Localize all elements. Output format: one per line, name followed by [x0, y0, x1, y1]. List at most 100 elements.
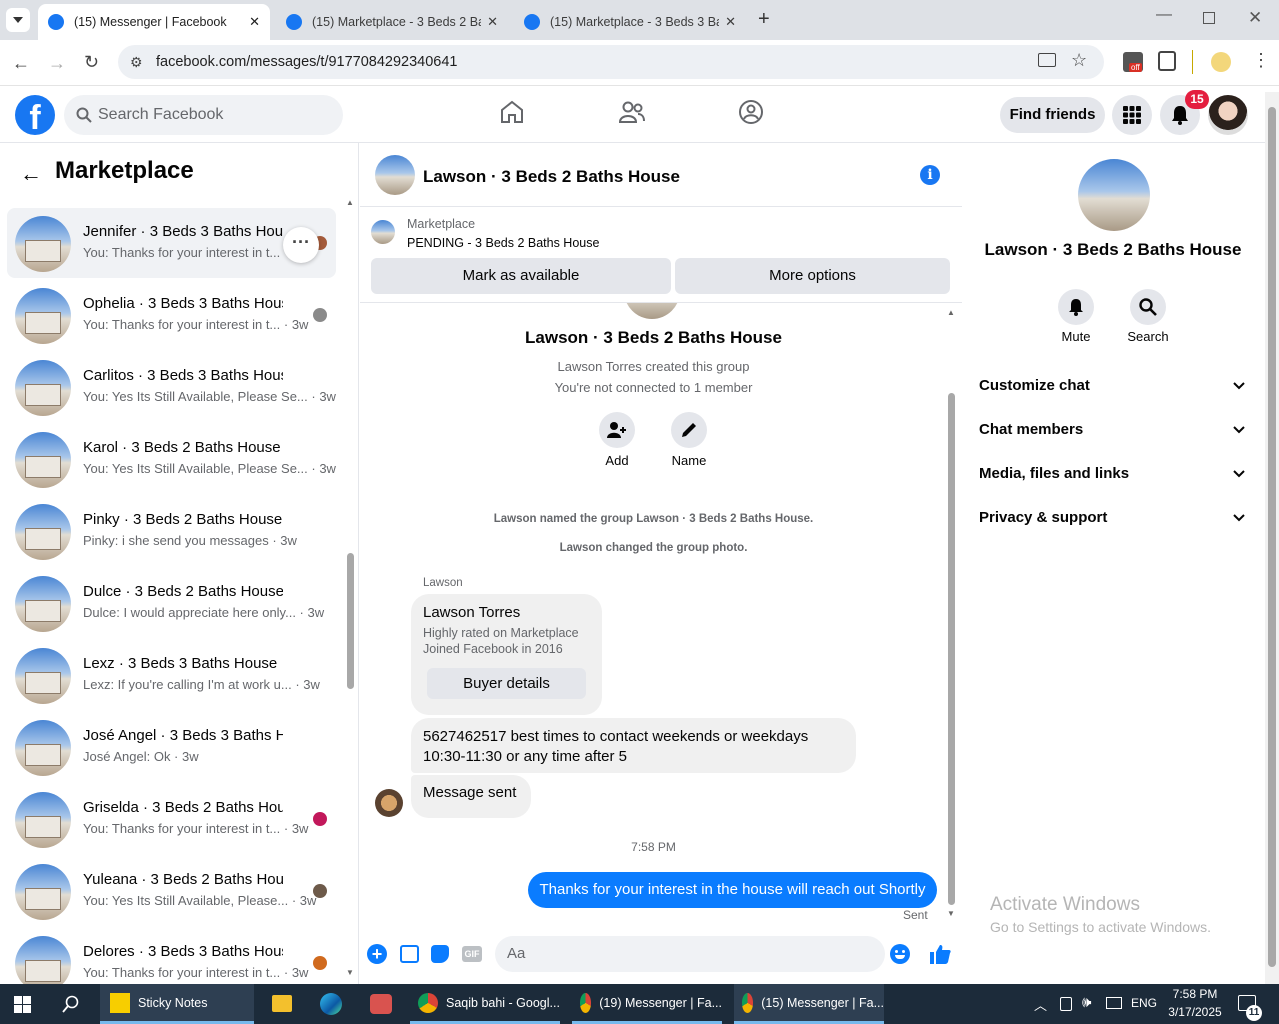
- sticker-icon[interactable]: [431, 945, 449, 963]
- minimize-icon[interactable]: —: [1156, 6, 1172, 24]
- my-message-bubble[interactable]: Thanks for your interest in the house wi…: [528, 872, 937, 908]
- section-chat-members[interactable]: Chat members: [979, 421, 1083, 438]
- conversation-item[interactable]: Lexz · 3 Beds 3 Baths House Lexz: If you'…: [7, 640, 336, 710]
- conversation-item[interactable]: Ophelia · 3 Beds 3 Baths House You: Thank…: [7, 280, 336, 350]
- chevron-down-icon[interactable]: [1233, 426, 1245, 434]
- info-icon[interactable]: i: [920, 165, 940, 185]
- plus-icon[interactable]: +: [367, 944, 387, 964]
- tab-marketplace-1[interactable]: (15) Marketplace - 3 Beds 2 Bat ✕: [276, 4, 508, 40]
- search-chat-button[interactable]: [1130, 289, 1166, 325]
- menu-dots-icon[interactable]: ⋮: [1252, 50, 1270, 71]
- scroll-down-arrow-icon[interactable]: ▼: [346, 968, 354, 977]
- menu-button[interactable]: [1112, 95, 1152, 135]
- home-icon[interactable]: [499, 99, 525, 125]
- conversation-item[interactable]: Karol · 3 Beds 2 Baths House You: Yes Its…: [7, 424, 336, 494]
- like-icon[interactable]: [929, 943, 951, 965]
- url-box[interactable]: ⚙ facebook.com/messages/t/91770842923406…: [118, 45, 1104, 79]
- scroll-down-arrow-icon[interactable]: ▼: [947, 909, 955, 918]
- conversation-name: Ophelia · 3 Beds 3 Baths House: [83, 295, 283, 312]
- conversation-item[interactable]: Delores · 3 Beds 3 Baths House You: Thank…: [7, 928, 336, 984]
- bookmark-star-icon[interactable]: ☆: [1071, 50, 1087, 71]
- find-friends-button[interactable]: Find friends: [1000, 97, 1105, 133]
- input-placeholder: Aa: [507, 945, 526, 962]
- edge-icon[interactable]: [320, 993, 342, 1015]
- extensions-puzzle-icon[interactable]: [1158, 51, 1176, 71]
- section-privacy-support[interactable]: Privacy & support: [979, 509, 1107, 526]
- taskbar-chrome-messenger-19[interactable]: (19) Messenger | Fa...: [572, 984, 722, 1024]
- windows-start-icon[interactable]: [14, 996, 31, 1013]
- message-bubble[interactable]: 5627462517 best times to contact weekend…: [411, 718, 856, 773]
- scroll-up-arrow-icon[interactable]: ▲: [947, 308, 955, 317]
- taskbar-sticky-notes[interactable]: Sticky Notes: [100, 984, 254, 1024]
- page-scrollbar[interactable]: [1265, 92, 1279, 984]
- conversation-item[interactable]: Yuleana · 3 Beds 2 Baths House You: Yes I…: [7, 856, 336, 926]
- language-indicator[interactable]: ENG: [1131, 996, 1157, 1010]
- chat-scrollbar[interactable]: [948, 393, 955, 905]
- account-avatar[interactable]: [1208, 95, 1248, 135]
- clock-date[interactable]: 3/17/2025: [1160, 1005, 1230, 1019]
- groups-icon[interactable]: [738, 99, 764, 125]
- profile-icon[interactable]: [1211, 52, 1231, 72]
- conversation-item[interactable]: Dulce · 3 Beds 2 Baths House Dulce: I wou…: [7, 568, 336, 638]
- url-text[interactable]: facebook.com/messages/t/9177084292340641: [156, 54, 458, 70]
- tab-marketplace-2[interactable]: (15) Marketplace - 3 Beds 3 Bat ✕: [514, 4, 746, 40]
- gif-icon[interactable]: GIF: [462, 946, 482, 962]
- friends-icon[interactable]: [619, 99, 645, 125]
- facebook-logo[interactable]: f: [15, 95, 55, 137]
- conversation-item[interactable]: Griselda · 3 Beds 2 Baths House You: Than…: [7, 784, 336, 854]
- section-media-files-links[interactable]: Media, files and links: [979, 465, 1129, 482]
- taskbar-chrome-saqib[interactable]: Saqib bahi - Googl...: [410, 984, 560, 1024]
- tray-device-icon[interactable]: [1060, 997, 1072, 1011]
- scroll-up-arrow-icon[interactable]: ▲: [346, 198, 354, 207]
- taskbar-chrome-messenger-15[interactable]: (15) Messenger | Fa...: [734, 984, 884, 1024]
- install-app-icon[interactable]: [1038, 53, 1056, 67]
- add-member-button[interactable]: [599, 412, 635, 448]
- chevron-down-icon[interactable]: [1233, 382, 1245, 390]
- mute-button[interactable]: [1058, 289, 1094, 325]
- rename-group-button[interactable]: [671, 412, 707, 448]
- chat-title[interactable]: Lawson · 3 Beds 2 Baths House: [423, 167, 680, 187]
- volume-icon[interactable]: 🕪: [1082, 994, 1091, 1011]
- mark-available-button[interactable]: Mark as available: [371, 258, 671, 294]
- close-window-icon[interactable]: ✕: [1248, 8, 1262, 28]
- tab-messenger[interactable]: (15) Messenger | Facebook ✕: [38, 4, 270, 40]
- clock-time[interactable]: 7:58 PM: [1160, 987, 1230, 1001]
- message-input[interactable]: Aa: [495, 936, 910, 972]
- back-icon[interactable]: ←: [12, 53, 30, 74]
- chat-avatar[interactable]: [375, 155, 415, 195]
- restore-icon[interactable]: [1203, 12, 1215, 24]
- chevron-down-icon[interactable]: [1233, 470, 1245, 478]
- message-bubble[interactable]: Message sent: [411, 775, 531, 818]
- extension-off-icon[interactable]: off: [1123, 52, 1143, 72]
- conversation-options-button[interactable]: ···: [283, 227, 319, 263]
- new-tab-icon[interactable]: +: [758, 8, 770, 31]
- sender-avatar[interactable]: [375, 789, 403, 817]
- search-icon[interactable]: [62, 995, 80, 1013]
- reload-icon[interactable]: ↻: [84, 52, 99, 73]
- search-input[interactable]: [98, 95, 328, 135]
- section-customize-chat[interactable]: Customize chat: [979, 377, 1090, 394]
- tab-search-button[interactable]: [6, 8, 30, 32]
- conversation-item[interactable]: José Angel · 3 Beds 3 Baths House José An…: [7, 712, 336, 782]
- network-icon[interactable]: [1106, 997, 1122, 1009]
- group-avatar-large[interactable]: [1078, 159, 1150, 231]
- tray-chevron-up-icon[interactable]: ︿: [1034, 995, 1047, 1014]
- paint-app-icon[interactable]: [370, 994, 392, 1014]
- left-scrollbar[interactable]: [347, 553, 354, 689]
- close-tab-icon[interactable]: ✕: [249, 14, 260, 30]
- conversation-item[interactable]: Pinky · 3 Beds 2 Baths House Pinky: i she…: [7, 496, 336, 566]
- conversation-item[interactable]: Carlitos · 3 Beds 3 Baths House You: Yes …: [7, 352, 336, 422]
- search-box[interactable]: [64, 95, 343, 135]
- close-tab-icon[interactable]: ✕: [725, 14, 736, 30]
- close-tab-icon[interactable]: ✕: [487, 14, 498, 30]
- file-explorer-icon[interactable]: [272, 995, 292, 1012]
- more-options-button[interactable]: More options: [675, 258, 950, 294]
- back-arrow-icon[interactable]: ←: [20, 161, 42, 187]
- conversation-name: Dulce · 3 Beds 2 Baths House: [83, 583, 283, 600]
- chevron-down-icon[interactable]: [1233, 514, 1245, 522]
- forward-icon[interactable]: →: [48, 53, 66, 74]
- site-info-icon[interactable]: ⚙: [130, 54, 143, 71]
- emoji-icon[interactable]: [890, 944, 910, 964]
- buyer-details-button[interactable]: Buyer details: [427, 668, 586, 699]
- photo-icon[interactable]: [400, 945, 419, 963]
